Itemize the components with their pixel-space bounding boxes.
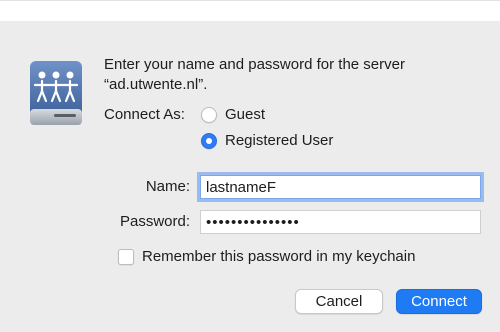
- prompt-line-1: Enter your name and password for the ser…: [104, 56, 405, 73]
- remember-password-label[interactable]: Remember this password in my keychain: [142, 247, 415, 267]
- password-input[interactable]: [200, 210, 481, 234]
- cancel-button[interactable]: Cancel: [295, 289, 383, 314]
- name-input[interactable]: [200, 175, 481, 199]
- registered-user-radio[interactable]: [201, 133, 217, 149]
- guest-radio-label[interactable]: Guest: [225, 105, 265, 125]
- registered-user-radio-label[interactable]: Registered User: [225, 131, 333, 151]
- registered-user-radio-option[interactable]: Registered User: [201, 131, 333, 151]
- remember-password-option[interactable]: Remember this password in my keychain: [118, 247, 415, 267]
- guest-radio[interactable]: [201, 107, 217, 123]
- connect-button[interactable]: Connect: [396, 289, 482, 314]
- connect-as-label: Connect As:: [104, 106, 185, 123]
- password-label: Password:: [119, 213, 190, 230]
- network-server-icon: [30, 61, 82, 125]
- guest-radio-option[interactable]: Guest: [201, 105, 265, 125]
- name-label: Name:: [145, 178, 190, 195]
- prompt-line-2: “ad.utwente.nl”.: [104, 76, 208, 93]
- window-top-strip: [0, 1, 500, 21]
- server-login-dialog: Enter your name and password for the ser…: [0, 0, 500, 332]
- server-prompt: Enter your name and password for the ser…: [104, 55, 484, 95]
- remember-password-checkbox[interactable]: [118, 249, 134, 265]
